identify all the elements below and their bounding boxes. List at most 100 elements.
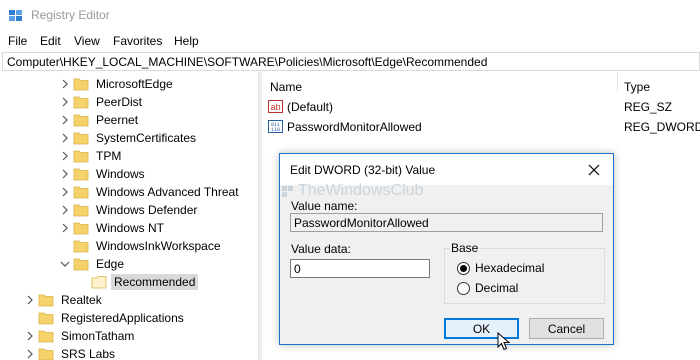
chevron-right-icon[interactable]	[59, 111, 71, 129]
dialog-title-bar[interactable]: Edit DWORD (32-bit) Value	[280, 154, 613, 185]
chevron-right-icon[interactable]	[59, 201, 71, 219]
string-value-icon: ab	[268, 100, 284, 114]
menu-edit[interactable]: Edit	[40, 34, 61, 48]
chevron-right-icon[interactable]	[59, 93, 71, 111]
radio-decimal[interactable]: Decimal	[457, 281, 518, 295]
mouse-pointer-icon	[497, 331, 511, 355]
tree-item[interactable]: SystemCertificates	[59, 129, 199, 147]
radio-button[interactable]	[457, 261, 470, 275]
svg-text:110: 110	[271, 127, 280, 133]
chevron-right-icon[interactable]	[59, 147, 71, 165]
tree-item[interactable]: Windows Defender	[59, 201, 200, 219]
tree-item-label: Windows Advanced Threat	[96, 185, 239, 199]
value-type: REG_DWORD	[624, 120, 700, 134]
tree-item-label: Recommended	[111, 274, 199, 290]
folder-icon	[73, 221, 89, 235]
binary-value-icon: 011 110	[268, 120, 284, 134]
value-name: (Default)	[287, 100, 334, 114]
tree-item-label: TPM	[96, 149, 122, 163]
radio-label: Hexadecimal	[475, 261, 545, 275]
chevron-right-icon[interactable]	[24, 345, 36, 360]
value-row-passwordmonitorallowed[interactable]: 011 110 PasswordMonitorAllowed	[268, 118, 422, 136]
tree-item-label: Windows	[96, 167, 145, 181]
folder-icon	[38, 347, 54, 360]
tree-item[interactable]: SimonTatham	[24, 327, 137, 345]
key-tree[interactable]: MicrosoftEdge PeerDist Peernet SystemCertif…	[0, 72, 258, 360]
tree-item-label: Realtek	[61, 293, 102, 307]
folder-icon	[73, 77, 89, 91]
column-separator[interactable]	[617, 72, 618, 92]
tree-item[interactable]: Peernet	[59, 111, 141, 129]
tree-item-label: WindowsInkWorkspace	[96, 239, 221, 253]
chevron-down-icon[interactable]	[59, 255, 71, 273]
tree-item[interactable]: Windows NT	[59, 219, 167, 237]
address-bar[interactable]: Computer\HKEY_LOCAL_MACHINE\SOFTWARE\Pol…	[2, 52, 700, 71]
menu-view[interactable]: View	[74, 34, 100, 48]
cancel-button[interactable]: Cancel	[529, 318, 604, 339]
value-data-field[interactable]: 0	[290, 259, 430, 278]
value-name: PasswordMonitorAllowed	[287, 120, 422, 134]
folder-icon	[73, 239, 89, 253]
window-title: Registry Editor	[31, 8, 110, 22]
value-name-field[interactable]: PasswordMonitorAllowed	[290, 213, 603, 232]
tree-item[interactable]: Recommended	[77, 273, 199, 291]
chevron-right-icon[interactable]	[24, 327, 36, 345]
tree-item-label: Windows Defender	[96, 203, 198, 217]
column-header-name[interactable]: Name	[270, 80, 302, 94]
tree-item[interactable]: SRS Labs	[24, 345, 118, 360]
title-bar: Registry Editor	[0, 0, 700, 31]
tree-item[interactable]: Edge	[59, 255, 127, 273]
radio-hexadecimal[interactable]: Hexadecimal	[457, 261, 544, 275]
tree-item-label: MicrosoftEdge	[96, 77, 173, 91]
chevron-right-icon[interactable]	[59, 219, 71, 237]
value-name-label: Value name:	[291, 199, 358, 213]
folder-icon	[73, 95, 89, 109]
tree-item[interactable]: TPM	[59, 147, 124, 165]
menu-bar: File Edit View Favorites Help	[0, 31, 700, 51]
folder-icon	[73, 257, 89, 271]
folder-open-icon	[91, 275, 107, 289]
address-path[interactable]: Computer\HKEY_LOCAL_MACHINE\SOFTWARE\Pol…	[7, 55, 487, 69]
tree-item[interactable]: RegisteredApplications	[24, 309, 187, 327]
folder-icon	[73, 185, 89, 199]
tree-item-label: Edge	[96, 257, 125, 271]
tree-item-label: SimonTatham	[61, 329, 135, 343]
menu-help[interactable]: Help	[174, 34, 199, 48]
chevron-right-icon[interactable]	[59, 75, 71, 93]
tree-item[interactable]: Realtek	[24, 291, 105, 309]
chevron-right-icon[interactable]	[59, 183, 71, 201]
base-group	[444, 248, 605, 304]
folder-icon	[73, 131, 89, 145]
radio-button[interactable]	[457, 281, 470, 295]
chevron-right-icon[interactable]	[59, 129, 71, 147]
radio-label: Decimal	[475, 281, 519, 295]
close-icon[interactable]	[583, 159, 605, 181]
column-header-type[interactable]: Type	[624, 80, 650, 94]
tree-item-label: Peernet	[96, 113, 139, 127]
value-type: REG_SZ	[624, 100, 673, 114]
tree-item[interactable]: WindowsInkWorkspace	[59, 237, 224, 255]
tree-item-label: Windows NT	[96, 221, 165, 235]
value-row-default[interactable]: ab (Default)	[268, 98, 333, 116]
folder-icon	[38, 329, 54, 343]
tree-item[interactable]: Windows	[59, 165, 148, 183]
folder-icon	[73, 167, 89, 181]
tree-item[interactable]: PeerDist	[59, 93, 145, 111]
chevron-right-icon[interactable]	[59, 165, 71, 183]
svg-text:ab: ab	[270, 102, 280, 112]
menu-favorites[interactable]: Favorites	[113, 34, 162, 48]
watermark-text: TheWindowsClub	[298, 182, 424, 199]
tree-item-label: RegisteredApplications	[61, 311, 184, 325]
folder-icon	[73, 203, 89, 217]
dialog-title: Edit DWORD (32-bit) Value	[290, 163, 436, 177]
tree-item-label: PeerDist	[96, 95, 143, 109]
tree-item[interactable]: MicrosoftEdge	[59, 75, 176, 93]
chevron-right-icon[interactable]	[24, 291, 36, 309]
folder-icon	[38, 293, 54, 307]
tree-item[interactable]: Windows Advanced Threat	[59, 183, 242, 201]
base-group-title: Base	[449, 241, 481, 255]
menu-file[interactable]: File	[8, 34, 27, 48]
